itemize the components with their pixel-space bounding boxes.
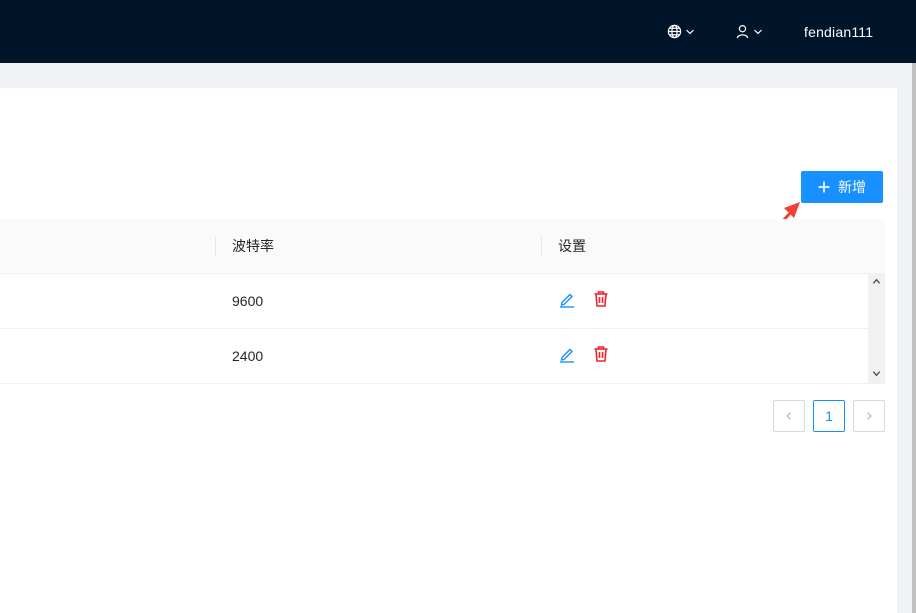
page-scrollbar[interactable] [912,63,916,613]
column-divider [215,236,216,257]
add-button[interactable]: 新增 [801,171,883,203]
baud-cell: 9600 [232,293,264,309]
chevron-left-icon [786,412,791,420]
table-scrollbar[interactable] [868,274,885,384]
pagination-prev[interactable] [773,400,805,432]
chevron-down-icon [754,29,762,34]
column-divider [541,236,542,257]
delete-icon[interactable] [592,290,610,308]
chevron-down-icon [686,29,694,34]
user-icon [736,24,749,39]
table-row: 2400 [0,329,868,384]
username[interactable]: fendian111 [804,0,873,63]
row-actions [558,345,610,363]
user-menu[interactable] [735,0,763,63]
scroll-up-icon[interactable] [872,277,881,286]
edit-icon[interactable] [558,345,576,363]
language-switcher[interactable] [667,0,695,63]
table-header: 波特率 设置 [0,219,885,274]
globe-icon [667,24,682,39]
column-header-baud: 波特率 [232,238,274,254]
row-actions [558,290,610,308]
pagination-page[interactable]: 1 [813,400,845,432]
baud-cell: 2400 [232,348,264,364]
top-header: fendian111 [0,0,916,63]
scroll-down-icon[interactable] [872,369,881,378]
chevron-right-icon [867,412,872,420]
plus-icon [818,181,830,193]
column-header-settings: 设置 [558,238,586,254]
add-button-label: 新增 [838,179,866,195]
edit-icon[interactable] [558,290,576,308]
pagination-next[interactable] [853,400,885,432]
table-row: 9600 [0,274,868,329]
delete-icon[interactable] [592,345,610,363]
